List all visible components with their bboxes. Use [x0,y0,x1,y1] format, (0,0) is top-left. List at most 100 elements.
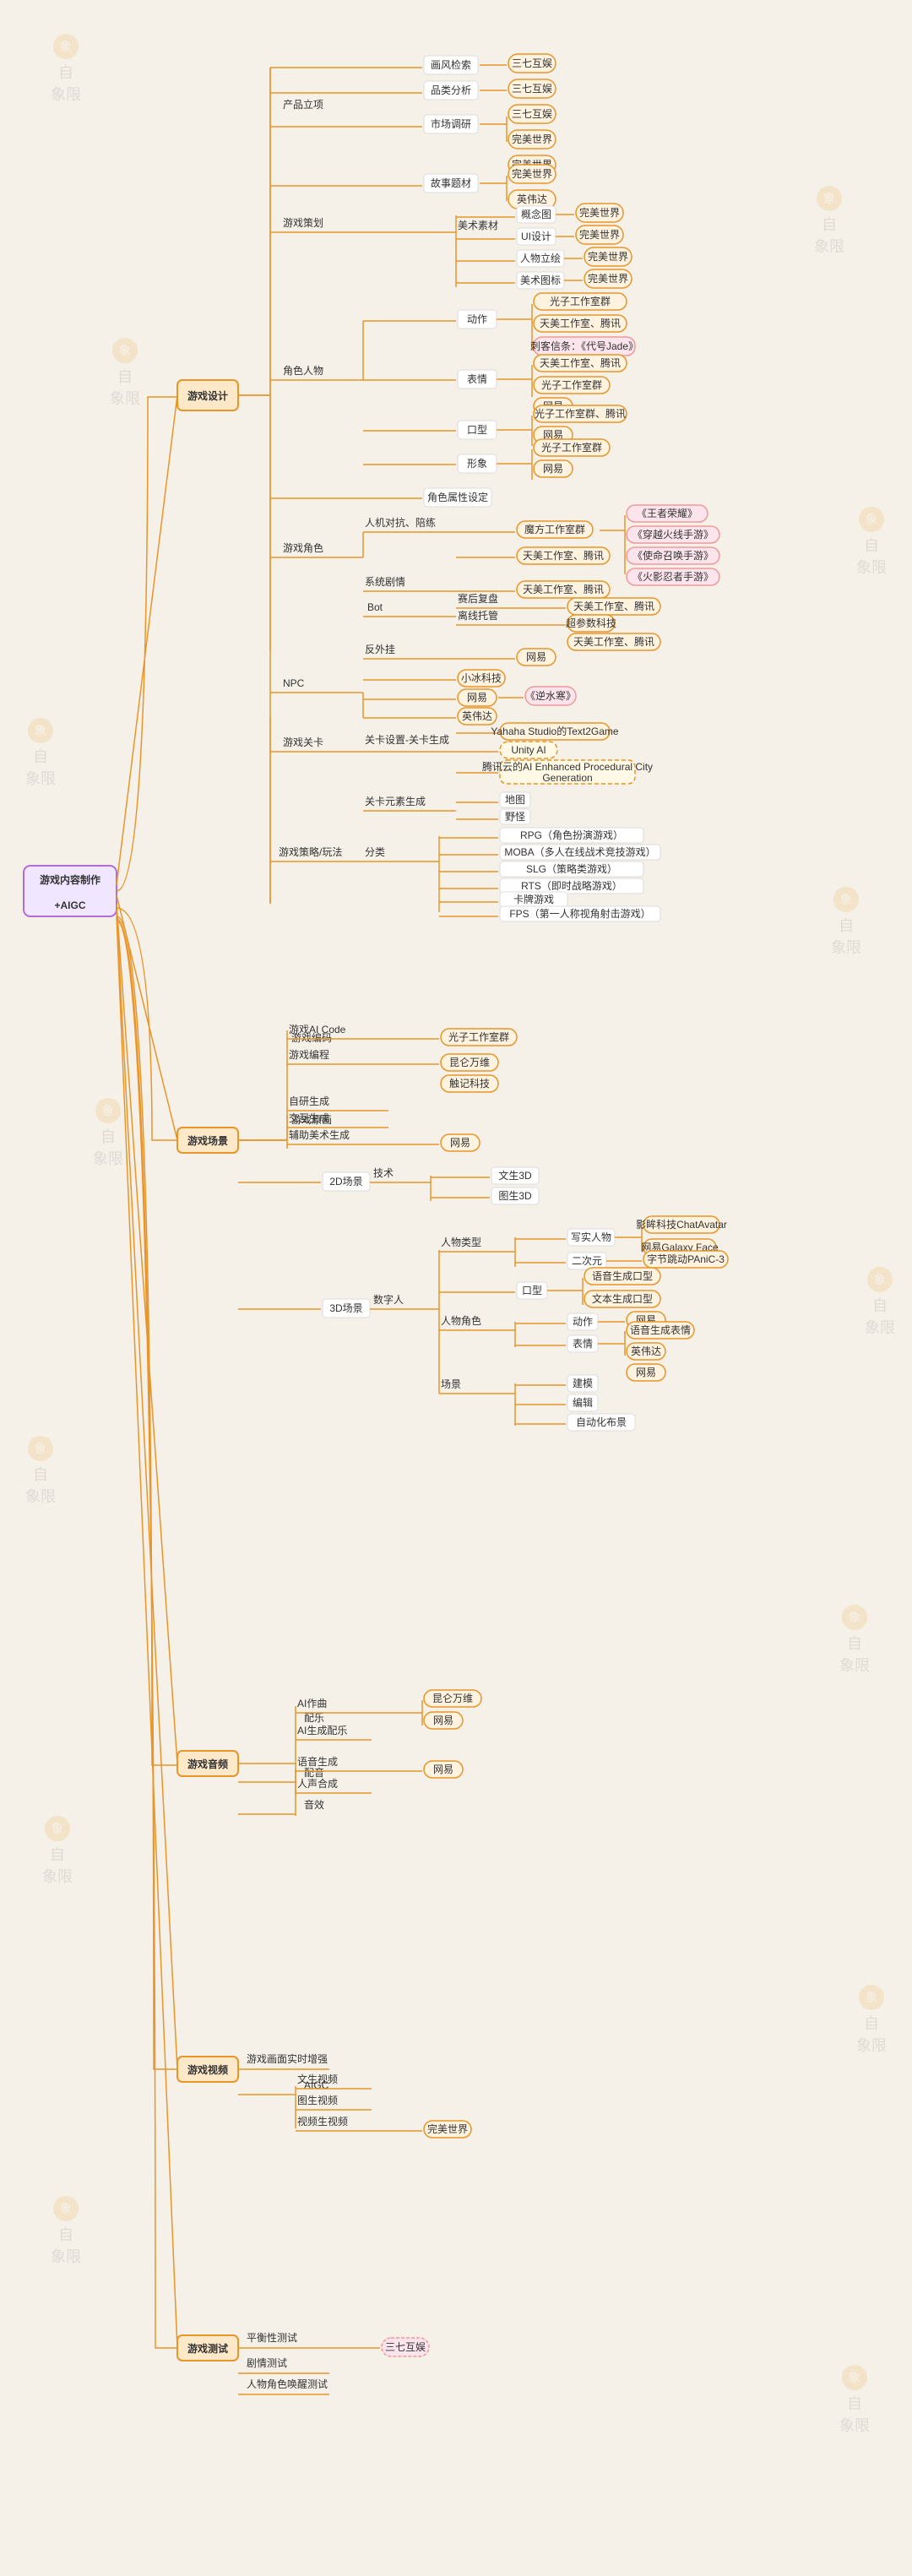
pyin-label: 配音 [304,1766,324,1779]
leaf-gstc2-text: 英伟达 [517,193,547,205]
jishu-text: 技术 [373,1167,394,1179]
leaf-npc-wy-text: 网易 [467,692,487,704]
zdcbj-text: 自动化布景 [576,1416,627,1428]
game-video-label: 游戏视频 [187,2063,228,2076]
game-design-label: 游戏设计 [187,389,228,402]
yjgk-label: 游戏关卡 [283,736,323,748]
game-scene-label: 游戏场景 [187,1134,228,1147]
fzmts-text: 辅助美术生成 [289,1129,350,1141]
leaf-dz1-text: 光子工作室群 [550,295,611,307]
leaf-svssv-text: 完美世界 [427,2122,468,2135]
aizq-text: AI作曲 [297,1698,327,1709]
rpg-text: RPG（角色扮演游戏） [520,829,623,841]
gnt-text: 概念图 [521,208,551,220]
leaf-xsrw1-text: 影眸科技ChatAvatar [636,1218,727,1231]
phxcs-text: 平衡性测试 [247,2331,297,2344]
leaf-gnt-text: 完美世界 [579,206,620,219]
changjing-text: 场景 [441,1378,461,1390]
yy-text: 野怪 [505,811,525,823]
leaf-xx2-text: 网易 [543,463,563,475]
main-container: 象 自象限 象 自象限 象 自象限 象 自象限 象 自象限 象 自象限 象 自象… [0,0,912,2572]
gkszgksc-text: 关卡设置-关卡生成 [365,734,449,746]
rwjue-text: 人物角色 [441,1315,481,1327]
leaf-mstb-text: 完美世界 [588,272,628,285]
fl-text: 分类 [365,846,385,858]
shfp-text: 赛后复盘 [458,592,498,605]
ws3d-text: 文生3D [498,1169,532,1182]
zysc-text: 自研生成 [289,1095,329,1107]
fps-text: FPS（第一人称视角射击游戏） [509,907,650,920]
szr-text: 数字人 [373,1293,404,1306]
leaf-kx1-text: 光子工作室群、腾讯 [535,407,626,420]
rwlh-text: 人物立绘 [520,252,561,264]
sctj-text: 市场调研 [431,117,471,130]
bot-text: Bot [367,601,383,613]
leaf-mfgzs-text: 魔方工作室群 [524,523,585,535]
root-label-2: +AIGC [54,899,85,911]
dongzuo-text: 动作 [467,313,487,325]
pyle-label: 配乐 [304,1712,324,1724]
yyscsc-text: 语音生成 [297,1755,338,1768]
leaf-szr-kx1-text: 语音生成口型 [592,1269,653,1282]
ecy-text: 二次元 [572,1255,602,1267]
bj-text: 编辑 [573,1396,593,1409]
yjch-label: 游戏策划 [283,217,323,229]
npc-label: NPC [283,677,305,689]
leaf-rwjue-bq2-text: 英伟达 [631,1345,661,1357]
conn-video [117,910,177,2069]
leaf-dz3-text: 刺客信条：《代号Jade》 [530,340,638,352]
rjdk-text: 人机对抗、陪练 [365,516,436,529]
kp-text: 卡牌游戏 [513,894,554,905]
jssx-text: 角色属性设定 [427,491,488,503]
leaf-rwjue-bq1-text: 语音生成表情 [630,1323,691,1336]
jqcs-text: 剧情测试 [247,2356,287,2369]
leaf-xx1-text: 光子工作室群 [541,441,602,454]
leaf-npc-lsl-text: 《逆水寒》 [525,689,576,702]
hfjx-text: 画风检索 [431,58,471,71]
plfx-text: 品类分析 [431,84,471,96]
leaf-fzmts-text: 网易 [450,1137,470,1149]
leaf-ecy-text: 字节跳动PAniC-3 [647,1253,725,1265]
leaf-xbkj-text: 小冰科技 [461,672,502,684]
leaf-xtjq-text: 天美工作室、腾讯 [523,583,604,595]
gstc-text: 故事题材 [431,177,471,189]
yx-label: 音效 [304,1798,324,1811]
wssv-text: 文生视频 [297,2073,338,2085]
conn-scene [117,895,177,1140]
leaf-hssz-text: 《火影忍者手游》 [632,571,714,583]
leaf-yjbc1-text: 昆仑万维 [449,1057,490,1068]
leaf-rwlh-text: 完美世界 [588,250,628,263]
2dcj-text: 2D场景 [329,1176,362,1187]
leaf-cyhq-text: 《穿越火线手游》 [632,528,714,541]
leaf-shfp-text: 天美工作室、腾讯 [573,600,654,612]
aisc-text: AI生成配乐 [297,1725,347,1736]
leaf-uisj-text: 完美世界 [579,228,620,241]
jsrw-label: 角色人物 [283,365,323,377]
root-label-1: 游戏内容制作 [40,873,100,886]
jm-text: 建模 [573,1378,593,1389]
leaf-wzry-text: 《王者荣耀》 [637,508,698,519]
bq-text: 表情 [467,373,487,385]
leaf-fwg-text: 网易 [526,651,546,663]
leaf-aizq2-text: 网易 [433,1715,453,1726]
conn-design [117,395,177,885]
xtjq-text: 系统剧情 [365,576,405,588]
slg-text: SLG（策略类游戏） [526,862,617,875]
leaf-szr-kx2-text: 文本生成口型 [592,1292,653,1305]
leaf-rwjue-bq3-text: 网易 [636,1367,656,1378]
leaf-unity-text: Unity AI [511,744,546,756]
mssz-label: 美术素材 [458,220,498,231]
svssv-text: 视频生视频 [297,2115,348,2128]
hmssz-text: 游戏画面实时增强 [247,2052,328,2065]
mindmap: 游戏内容制作 +AIGC 游戏设计 产品立项 画风检索 三七互娱 品类分析 三七… [8,17,912,2551]
leaf-npc-ywd-text: 英伟达 [462,710,492,722]
rwjue-bq-text: 表情 [573,1338,593,1350]
dt-text: 地图 [505,794,525,806]
leaf-aizq1-text: 昆仑万维 [432,1693,473,1704]
leaf-dz2-text: 天美工作室、腾讯 [540,317,621,329]
leaf-shmy-text: 《使命召唤手游》 [632,549,714,562]
leaf-yahaha-text: Yahaha Studio的Text2Game [491,725,619,737]
leaf-bq1-text: 天美工作室、腾讯 [540,356,621,369]
3dcj-text: 3D场景 [329,1302,362,1314]
leaf-bq2-text: 光子工作室群 [541,378,602,391]
